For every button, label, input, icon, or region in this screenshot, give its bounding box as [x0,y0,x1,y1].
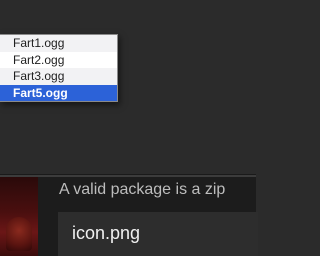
dropdown-option-fart1[interactable]: Fart1.ogg [0,35,117,52]
file-name-label: icon.png [72,223,141,243]
background-page: A valid package is a zip icon.png [0,177,258,256]
preview-thumbnail [0,177,38,256]
file-list-row[interactable]: icon.png [58,212,258,256]
dropdown-option-fart5[interactable]: Fart5.ogg [0,84,117,101]
dropdown-option-fart3[interactable]: Fart3.ogg [0,68,117,85]
thumbnail-image-icon [6,217,32,251]
dropdown-option-fart2[interactable]: Fart2.ogg [0,52,117,69]
package-helper-text: A valid package is a zip [59,181,226,198]
sound-file-dropdown-list[interactable]: Fart1.ogg Fart2.ogg Fart3.ogg Fart5.ogg [0,34,118,102]
